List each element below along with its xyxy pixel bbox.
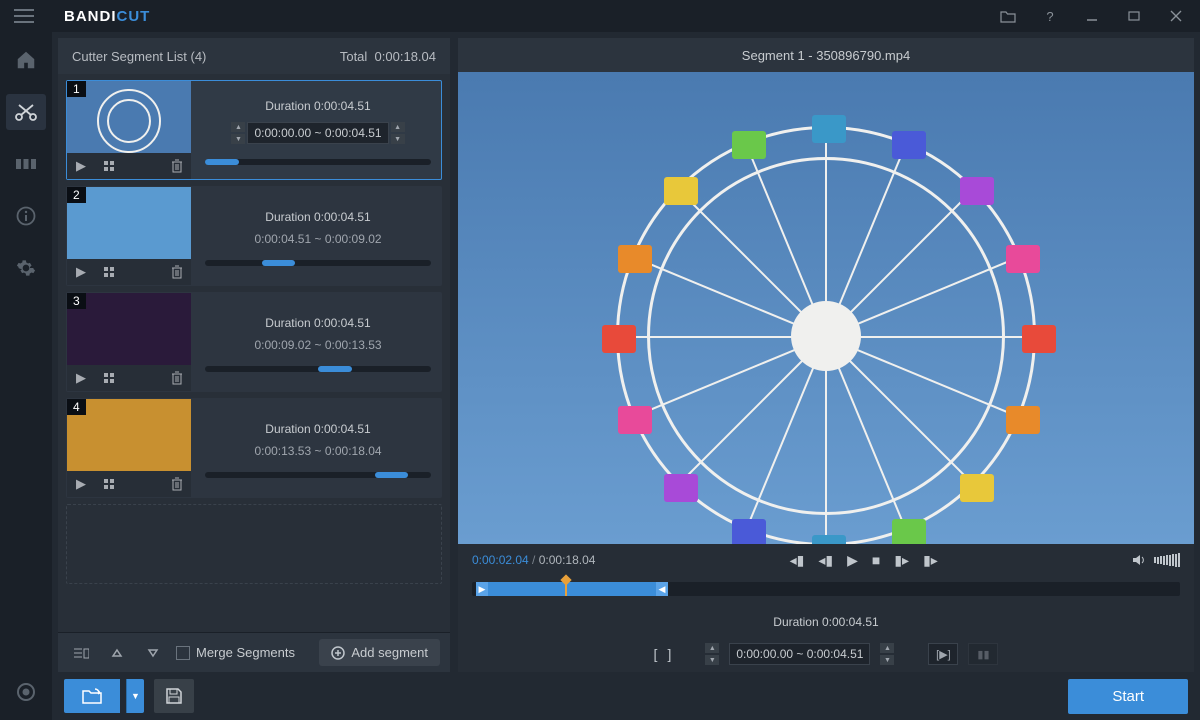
seg-play-icon[interactable]: ▶	[67, 365, 95, 391]
volume-control[interactable]	[1132, 553, 1180, 567]
next-keyframe-icon[interactable]: ▮▸	[923, 552, 938, 569]
prev-keyframe-icon[interactable]: ◂▮	[790, 552, 805, 569]
open-folder-icon[interactable]	[988, 0, 1028, 32]
seg-number: 1	[67, 81, 86, 97]
seg-start-spin[interactable]: ▲▼	[231, 121, 245, 145]
move-up-icon[interactable]	[104, 640, 130, 666]
cut-icon[interactable]	[6, 94, 46, 130]
timeline-track[interactable]: ▶ ◀	[472, 582, 1180, 596]
segment-total-label: Total 0:00:18.04	[340, 49, 436, 64]
play-icon[interactable]: ▶	[847, 552, 858, 569]
open-file-button[interactable]	[64, 679, 120, 713]
seg-number: 2	[67, 187, 86, 203]
video-preview[interactable]	[458, 72, 1194, 544]
prev-frame-icon[interactable]: ◂▮	[818, 552, 833, 569]
merge-segments-checkbox[interactable]: Merge Segments	[176, 645, 295, 660]
list-delete-icon[interactable]	[68, 640, 94, 666]
seg-duration: Duration 0:00:04.51	[205, 316, 431, 330]
set-start-icon[interactable]: [	[654, 646, 658, 662]
home-icon[interactable]	[6, 42, 46, 78]
segment-placeholder	[66, 504, 442, 584]
record-icon[interactable]	[6, 674, 46, 710]
playback-time: 0:00:02.04 / 0:00:18.04	[472, 553, 595, 567]
seg-play-icon[interactable]: ▶	[67, 153, 95, 179]
seg-thumb[interactable]: 3	[67, 293, 191, 365]
timeline-end-handle[interactable]: ◀	[656, 582, 668, 596]
seg-thumb[interactable]: 2	[67, 187, 191, 259]
seg-progress	[205, 159, 431, 165]
app-logo: BANDICUT	[64, 8, 150, 25]
seg-progress	[205, 472, 431, 478]
seg-range: 0:00:13.53 ~ 0:00:18.04	[205, 444, 431, 458]
set-end-icon[interactable]: ]	[667, 646, 671, 662]
info-icon[interactable]	[6, 198, 46, 234]
move-down-icon[interactable]	[140, 640, 166, 666]
seg-end-spin[interactable]: ▲▼	[391, 121, 405, 145]
seg-delete-icon[interactable]	[163, 471, 191, 497]
next-frame-icon[interactable]: ▮▸	[894, 552, 909, 569]
segment-list-title: Cutter Segment List (4)	[72, 49, 340, 64]
range-start-spinner[interactable]: ▲▼	[705, 642, 719, 666]
seg-progress	[205, 366, 431, 372]
seg-play-icon[interactable]: ▶	[67, 259, 95, 285]
open-dropdown-button[interactable]: ▼	[126, 679, 144, 713]
play-range-button[interactable]: [▶]	[928, 643, 958, 665]
seg-thumb[interactable]: 1	[67, 81, 191, 153]
seg-range: 0:00:04.51 ~ 0:00:09.02	[205, 232, 431, 246]
save-button[interactable]	[154, 679, 194, 713]
segment-item[interactable]: 3 ▶ Duration 0:00:04.51 0:00:09.02 ~ 0:0…	[66, 292, 442, 392]
seg-delete-icon[interactable]	[163, 259, 191, 285]
segment-item[interactable]: 2 ▶ Duration 0:00:04.51 0:00:04.51 ~ 0:0…	[66, 186, 442, 286]
seg-duration: Duration 0:00:04.51	[205, 210, 431, 224]
range-input[interactable]: 0:00:00.00 ~ 0:00:04.51	[729, 643, 870, 665]
help-icon[interactable]: ?	[1030, 0, 1070, 32]
seg-delete-icon[interactable]	[163, 153, 191, 179]
seg-grid-icon[interactable]	[95, 365, 123, 391]
seg-delete-icon[interactable]	[163, 365, 191, 391]
close-icon[interactable]	[1156, 0, 1196, 32]
preview-title: Segment 1 - 350896790.mp4	[458, 38, 1194, 72]
seg-duration: Duration 0:00:04.51	[205, 422, 431, 436]
start-button[interactable]: Start	[1068, 679, 1188, 714]
settings-icon[interactable]	[6, 250, 46, 286]
menu-button[interactable]	[4, 0, 44, 32]
seg-progress	[205, 260, 431, 266]
stop-icon[interactable]: ■	[872, 552, 880, 569]
minimize-icon[interactable]	[1072, 0, 1112, 32]
add-segment-button[interactable]: Add segment	[319, 639, 440, 666]
seg-number: 3	[67, 293, 86, 309]
segment-item[interactable]: 1 ▶ Duration 0:00:04.51 ▲▼0:00:00.00 ~ 0…	[66, 80, 442, 180]
seg-grid-icon[interactable]	[95, 153, 123, 179]
timeline-start-handle[interactable]: ▶	[476, 582, 488, 596]
seg-duration: Duration 0:00:04.51	[205, 99, 431, 113]
segment-duration-label: Duration 0:00:04.51	[458, 608, 1194, 636]
join-icon[interactable]	[6, 146, 46, 182]
seg-range: 0:00:09.02 ~ 0:00:13.53	[205, 338, 431, 352]
maximize-icon[interactable]	[1114, 0, 1154, 32]
seg-play-icon[interactable]: ▶	[67, 471, 95, 497]
seg-number: 4	[67, 399, 86, 415]
seg-grid-icon[interactable]	[95, 259, 123, 285]
range-end-spinner[interactable]: ▲▼	[880, 642, 894, 666]
exclude-range-button[interactable]: ▮▮	[968, 643, 998, 665]
seg-thumb[interactable]: 4	[67, 399, 191, 471]
seg-grid-icon[interactable]	[95, 471, 123, 497]
segment-item[interactable]: 4 ▶ Duration 0:00:04.51 0:00:13.53 ~ 0:0…	[66, 398, 442, 498]
seg-range-input[interactable]: 0:00:00.00 ~ 0:00:04.51	[247, 122, 388, 144]
